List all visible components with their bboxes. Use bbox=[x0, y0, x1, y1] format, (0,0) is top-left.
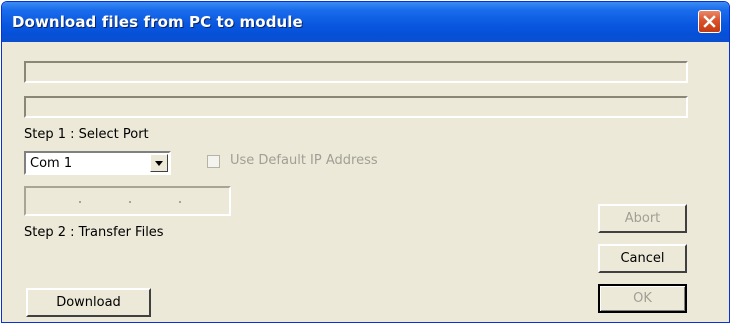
progress-bar-file bbox=[24, 61, 688, 83]
use-default-ip-label: Use Default IP Address bbox=[230, 153, 378, 168]
close-icon bbox=[703, 15, 716, 28]
step2-label: Step 2 : Transfer Files bbox=[24, 225, 164, 240]
ip-address-field[interactable] bbox=[24, 186, 231, 216]
ip-separator bbox=[129, 201, 131, 203]
chevron-down-icon bbox=[155, 161, 163, 166]
download-button[interactable]: Download bbox=[26, 288, 151, 317]
port-select-value: Com 1 bbox=[30, 156, 73, 171]
download-dialog: Download files from PC to module Step 1 … bbox=[1, 1, 730, 323]
use-default-ip-checkbox[interactable] bbox=[207, 155, 220, 168]
port-select-dropdown-button[interactable] bbox=[150, 154, 168, 172]
progress-bar-total bbox=[24, 96, 688, 118]
cancel-button[interactable]: Cancel bbox=[598, 244, 687, 273]
ip-separator bbox=[79, 201, 81, 203]
close-button[interactable] bbox=[698, 10, 721, 33]
ip-separator bbox=[179, 201, 181, 203]
step1-label: Step 1 : Select Port bbox=[24, 127, 149, 142]
window-title: Download files from PC to module bbox=[12, 13, 303, 31]
abort-button[interactable]: Abort bbox=[598, 204, 687, 233]
title-bar[interactable]: Download files from PC to module bbox=[2, 2, 729, 42]
ok-button[interactable]: OK bbox=[598, 284, 687, 313]
port-select[interactable]: Com 1 bbox=[24, 151, 171, 175]
